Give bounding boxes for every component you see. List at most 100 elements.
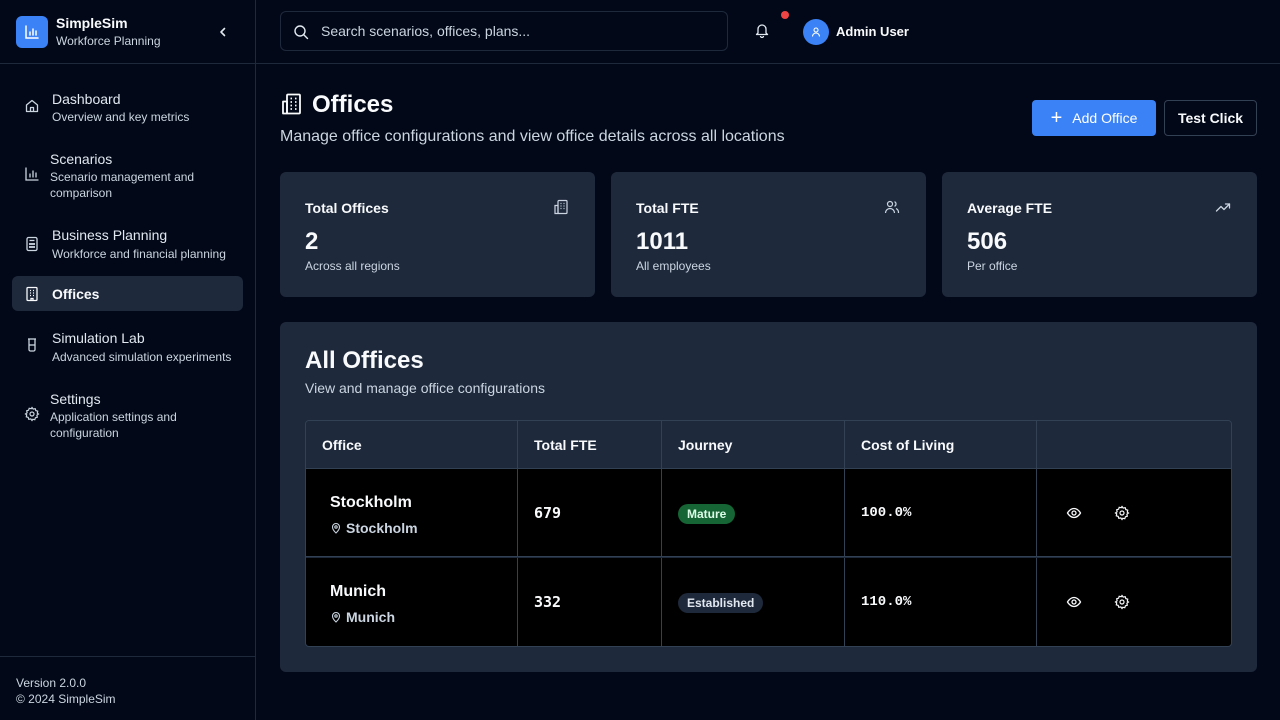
sidebar-item-settings[interactable]: Settings Application settings and config… [12,386,243,446]
fte-value: 679 [534,504,562,522]
journey-cell: Established [662,558,845,646]
stat-title: Total Offices [305,200,389,216]
stat-card-average-fte: Average FTE 506 Per office [942,172,1257,297]
bar-chart-logo-icon [16,15,48,48]
column-header-total-fte[interactable]: Total FTE [518,421,662,469]
sidebar-item-desc: Application settings and configuration [50,410,177,440]
eye-icon [1066,596,1082,608]
journey-badge: Established [678,593,764,613]
test-click-button[interactable]: Test Click [1164,100,1257,136]
sidebar-item-label: Offices [52,286,100,302]
sidebar-item-label: Settings [50,391,101,407]
plus-icon: + [1050,107,1063,129]
sidebar: SimpleSim Workforce Planning Dashboard O… [0,0,256,720]
copyright-text: © 2024 SimpleSim [16,692,116,706]
building-icon [554,199,568,215]
stat-card-total-offices: Total Offices 2 Across all regions [280,172,595,297]
eye-icon [1066,507,1082,519]
user-name[interactable]: Admin User [836,24,909,40]
office-location-label: Stockholm [346,520,418,536]
cost-of-living-value: 100.0% [861,505,912,521]
office-cell: Stockholm Stockholm [306,469,518,557]
sidebar-item-offices[interactable]: Offices [12,276,243,311]
add-office-label: Add Office [1072,110,1138,126]
view-office-button[interactable] [1065,504,1083,522]
collapse-sidebar-button[interactable] [214,23,232,41]
stat-value: 2 [305,228,319,255]
beaker-icon [28,338,36,352]
user-icon [811,27,821,37]
panel-title: All Offices [305,347,424,374]
sidebar-item-label: Business Planning [52,227,168,243]
chevron-left-icon [220,27,226,37]
office-location-label: Munich [346,609,395,625]
notification-dot [781,11,789,19]
office-name: Stockholm [330,494,412,511]
stat-desc: Across all regions [305,259,400,273]
journey-cell: Mature [662,469,845,557]
stat-value: 1011 [636,228,689,255]
map-pin-icon [331,611,341,623]
stat-desc: All employees [636,259,711,273]
trending-up-icon [1215,203,1231,212]
home-icon [25,99,39,113]
view-office-button[interactable] [1065,593,1083,611]
table-header: Office Total FTE Journey Cost of Living [306,421,1231,469]
building-icon [282,93,301,115]
stat-title: Total FTE [636,200,699,216]
column-header-cost-of-living[interactable]: Cost of Living [845,421,1037,469]
configure-office-button[interactable] [1113,504,1131,522]
cost-of-living-value: 110.0% [861,594,912,610]
sidebar-item-label: Scenarios [50,151,113,167]
search-box [280,11,728,51]
offices-panel: All Offices View and manage office confi… [280,322,1257,672]
sidebar-item-dashboard[interactable]: Dashboard Overview and key metrics [12,86,243,134]
avatar[interactable] [803,19,829,45]
sidebar-item-simulation-lab[interactable]: Simulation Lab Advanced simulation exper… [12,326,243,374]
version-text: Version 2.0.0 [16,676,87,690]
table-row[interactable]: Munich Munich 332 Established 110.0% [306,558,1231,646]
brand-name: SimpleSim [56,14,128,31]
table-row[interactable]: Stockholm Stockholm 679 Mature 100.0% [306,469,1231,557]
office-cell: Munich Munich [306,558,518,646]
page-subtitle: Manage office configurations and view of… [280,128,785,145]
gear-icon [1114,594,1130,610]
sidebar-item-scenarios[interactable]: Scenarios Scenario management and compar… [12,146,243,206]
cost-of-living-cell: 100.0% [845,469,1037,557]
actions-cell [1037,469,1231,557]
stat-desc: Per office [967,259,1018,273]
sidebar-item-label: Simulation Lab [52,330,145,346]
offices-table: Office Total FTE Journey Cost of Living … [305,420,1232,647]
sidebar-item-desc: Overview and key metrics [52,110,190,124]
notifications-button[interactable] [754,22,774,42]
office-location: Stockholm [330,519,418,537]
stat-card-total-fte: Total FTE 1011 All employees [611,172,926,297]
stat-title: Average FTE [967,200,1053,216]
configure-office-button[interactable] [1113,593,1131,611]
journey-badge: Mature [678,504,736,524]
cost-of-living-cell: 110.0% [845,558,1037,646]
gear-icon [24,406,40,422]
stat-value: 506 [967,228,1008,255]
office-location: Munich [330,608,395,626]
search-input[interactable] [321,12,721,50]
fte-cell: 679 [518,469,662,557]
brand: SimpleSim Workforce Planning [0,0,255,64]
brand-subtitle: Workforce Planning [56,33,161,48]
column-header-actions [1037,421,1231,469]
calculator-icon [26,236,38,252]
column-header-journey[interactable]: Journey [662,421,845,469]
gear-icon [1114,505,1130,521]
building-icon [26,286,38,302]
sidebar-item-desc: Advanced simulation experiments [52,350,232,364]
map-pin-icon [331,522,341,534]
search-icon [294,25,309,40]
office-name: Munich [330,583,386,600]
topbar: Admin User [256,0,1280,64]
sidebar-item-business-planning[interactable]: Business Planning Workforce and financia… [12,222,243,270]
fte-cell: 332 [518,558,662,646]
actions-cell [1037,558,1231,646]
sidebar-item-label: Dashboard [52,91,121,107]
column-header-office[interactable]: Office [306,421,518,469]
add-office-button[interactable]: + Add Office [1032,100,1156,136]
